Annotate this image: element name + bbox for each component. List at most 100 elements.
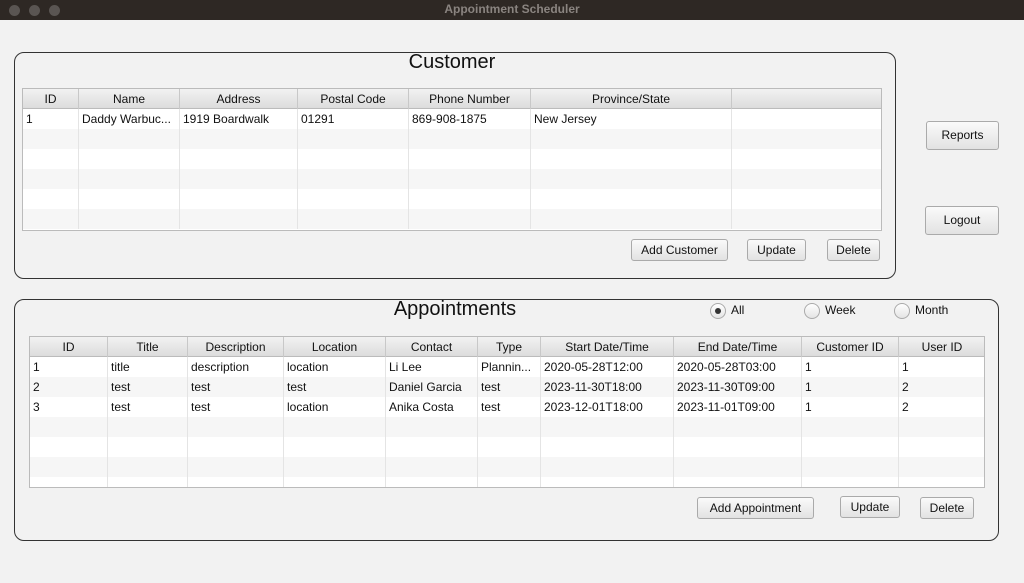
table-cell [180,209,298,229]
table-cell [732,109,881,129]
filter-week-radio[interactable]: Week [804,302,855,319]
customer-title: Customer [408,51,496,73]
table-cell [298,209,409,229]
table-cell: location [284,357,386,377]
delete-appointment-button[interactable]: Delete [920,497,974,519]
table-cell [899,457,984,477]
appointments-table[interactable]: ID Title Description Location Contact Type Sta… [29,336,985,488]
delete-customer-button[interactable]: Delete [827,239,880,261]
column-header[interactable]: Phone Number [409,89,531,109]
table-cell [284,417,386,437]
table-row[interactable] [30,457,984,477]
table-row[interactable] [23,129,881,149]
table-row[interactable]: 1 title description location Li Lee Plannin..… [30,357,984,377]
table-cell: 2023-11-30T09:00 [674,377,802,397]
table-cell [386,417,478,437]
table-cell [531,189,732,209]
table-row[interactable] [23,169,881,189]
table-cell: 01291 [298,109,409,129]
table-row[interactable] [30,417,984,437]
window-titlebar: Appointment Scheduler [0,0,1024,20]
filter-month-radio[interactable]: Month [894,302,948,319]
radio-icon [894,302,910,319]
table-cell [108,457,188,477]
table-cell [108,417,188,437]
table-cell: 2023-12-01T18:00 [541,397,674,417]
column-header[interactable]: Start Date/Time [541,337,674,357]
column-header[interactable]: User ID [899,337,984,357]
table-cell [409,129,531,149]
column-header[interactable]: Location [284,337,386,357]
table-cell [30,437,108,457]
table-cell [732,169,881,189]
table-cell: 2 [30,377,108,397]
table-cell [802,437,899,457]
column-header[interactable]: End Date/Time [674,337,802,357]
table-cell [409,149,531,169]
table-row[interactable] [30,477,984,487]
table-cell [386,477,478,487]
add-customer-button[interactable]: Add Customer [631,239,728,261]
table-cell: test [188,397,284,417]
table-cell: Anika Costa [386,397,478,417]
table-cell: 869-908-1875 [409,109,531,129]
table-cell [23,129,79,149]
column-header[interactable]: Description [188,337,284,357]
table-cell: 1919 Boardwalk [180,109,298,129]
column-header[interactable]: Name [79,89,180,109]
column-header[interactable]: ID [30,337,108,357]
close-window-button[interactable] [9,5,20,16]
column-header[interactable]: Address [180,89,298,109]
column-header[interactable]: Type [478,337,541,357]
table-row[interactable] [23,189,881,209]
table-cell [108,477,188,487]
update-appointment-button[interactable]: Update [840,496,900,518]
table-row[interactable] [30,437,984,457]
table-row[interactable]: 2 test test test Daniel Garcia test 2023-11-30… [30,377,984,397]
logout-button[interactable]: Logout [925,206,999,235]
table-cell [30,477,108,487]
table-cell: title [108,357,188,377]
table-cell [188,477,284,487]
table-cell [674,417,802,437]
table-row[interactable]: 1 Daddy Warbuc... 1919 Boardwalk 01291 869-9… [23,109,881,129]
minimize-window-button[interactable] [29,5,40,16]
table-cell [298,129,409,149]
table-cell [188,417,284,437]
column-header[interactable]: Postal Code [298,89,409,109]
radio-selected-icon [710,302,726,319]
column-header[interactable]: Contact [386,337,478,357]
add-appointment-button[interactable]: Add Appointment [697,497,814,519]
table-cell [674,457,802,477]
filter-all-radio[interactable]: All [710,302,744,319]
table-cell: 1 [899,357,984,377]
column-header[interactable]: Customer ID [802,337,899,357]
table-cell [802,457,899,477]
column-header[interactable]: Title [108,337,188,357]
table-cell: 2020-05-28T03:00 [674,357,802,377]
table-cell [674,437,802,457]
table-row[interactable]: 3 test test location Anika Costa test 2023-12-… [30,397,984,417]
table-cell: 1 [23,109,79,129]
table-cell: test [478,377,541,397]
reports-button[interactable]: Reports [926,121,999,150]
table-cell: 3 [30,397,108,417]
update-customer-button[interactable]: Update [747,239,806,261]
table-cell [409,169,531,189]
column-header[interactable] [732,89,881,109]
table-cell: Plannin... [478,357,541,377]
customer-table[interactable]: ID Name Address Postal Code Phone Number Prov… [22,88,882,231]
table-cell [180,129,298,149]
table-row[interactable] [23,149,881,169]
table-cell [478,437,541,457]
table-cell [478,477,541,487]
table-cell [531,129,732,149]
column-header[interactable]: ID [23,89,79,109]
table-cell [108,437,188,457]
zoom-window-button[interactable] [49,5,60,16]
table-cell [531,149,732,169]
table-cell: test [188,377,284,397]
column-header[interactable]: Province/State [531,89,732,109]
table-cell [284,437,386,457]
table-row[interactable] [23,209,881,229]
